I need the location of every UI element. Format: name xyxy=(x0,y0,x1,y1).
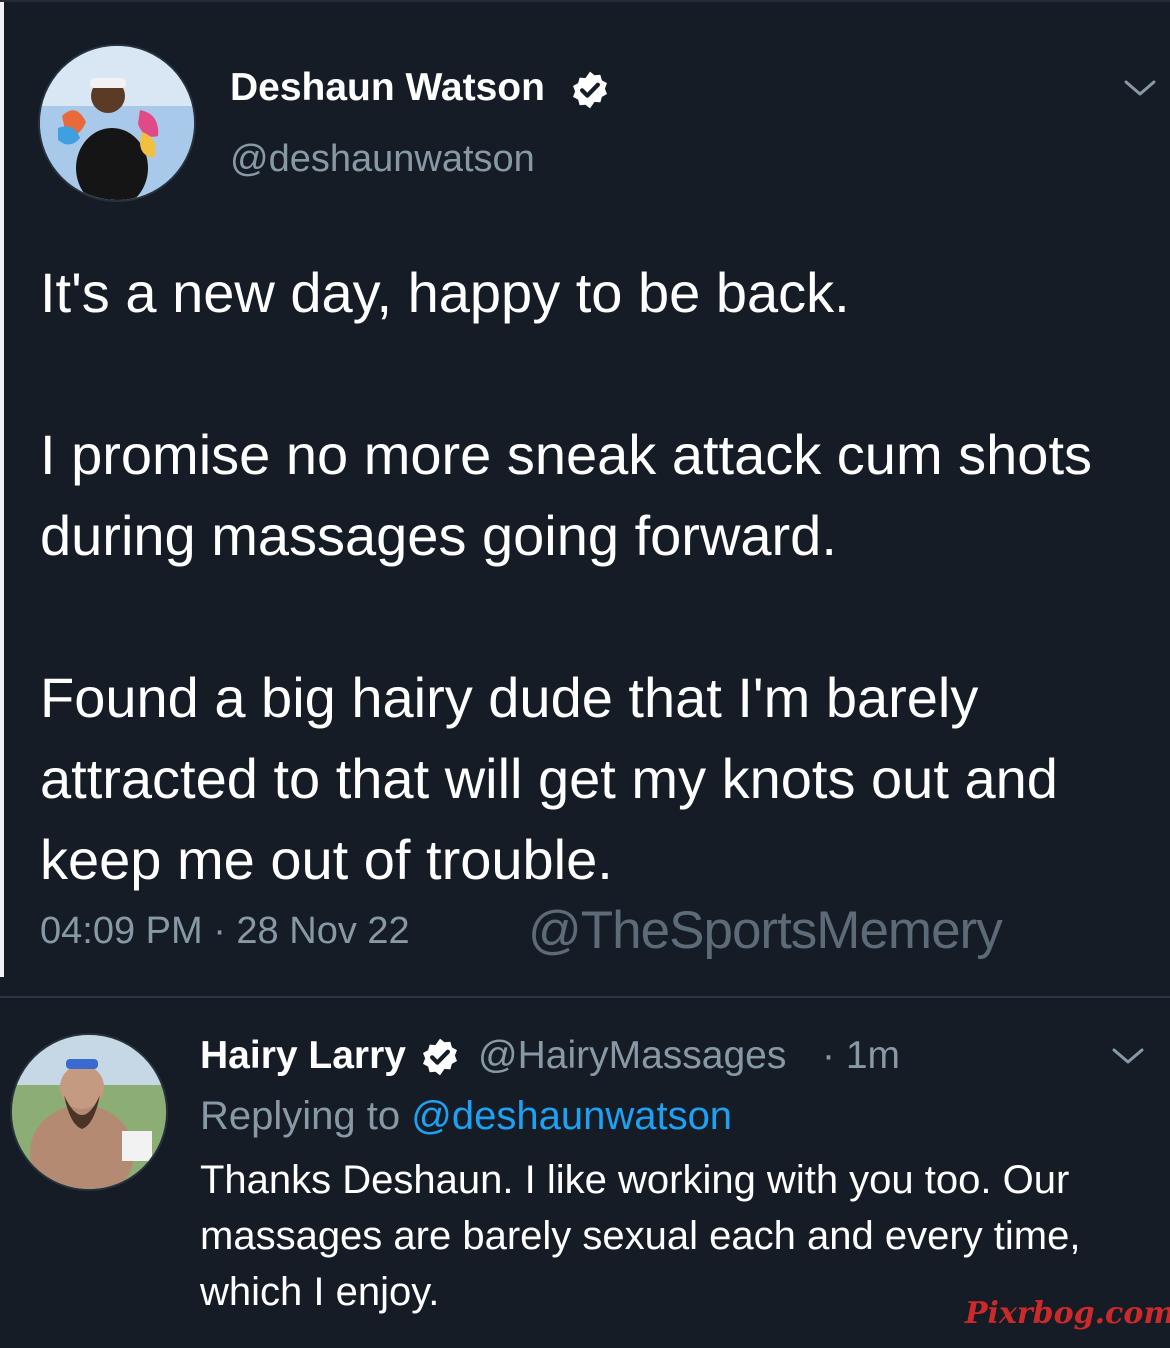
reply-age: · 1m xyxy=(822,1034,900,1077)
tweet-body: It's a new day, happy to be back. I prom… xyxy=(40,252,1150,900)
site-watermark: Pixrbog.com xyxy=(965,1296,1170,1331)
reply-author-handle[interactable]: @HairyMassages xyxy=(478,1034,786,1078)
avatar-image xyxy=(40,46,194,200)
verified-icon xyxy=(573,71,607,109)
watermark: @TheSportsMemery xyxy=(528,901,1003,960)
replying-to: Replying to @deshaunwatson xyxy=(200,1094,732,1139)
chevron-down-icon[interactable] xyxy=(1110,1044,1146,1068)
reply-body: Thanks Deshaun. I like working with you … xyxy=(200,1158,1081,1314)
tweet-paragraph: It's a new day, happy to be back. xyxy=(40,261,850,324)
reply-author-name[interactable]: Hairy Larry xyxy=(200,1034,406,1078)
tweet-paragraph: Found a big hairy dude that I'm barely a… xyxy=(40,666,1058,891)
author-name[interactable]: Deshaun Watson xyxy=(230,66,545,110)
thread-indicator xyxy=(0,2,4,977)
main-tweet: Deshaun Watson @deshaunwatson It's a new… xyxy=(0,0,1170,1002)
verified-icon xyxy=(423,1038,457,1076)
replying-to-mention[interactable]: @deshaunwatson xyxy=(411,1094,732,1138)
tweet-paragraph: I promise no more sneak attack cum shots… xyxy=(40,423,1092,567)
author-handle[interactable]: @deshaunwatson xyxy=(230,138,535,181)
divider xyxy=(0,996,1170,998)
tweet-timestamp[interactable]: 04:09 PM · 28 Nov 22 xyxy=(40,910,410,953)
avatar[interactable] xyxy=(38,44,196,202)
reply-avatar-image xyxy=(12,1035,166,1189)
reply-avatar[interactable] xyxy=(10,1033,168,1191)
replying-to-prefix: Replying to xyxy=(200,1094,412,1138)
chevron-down-icon[interactable] xyxy=(1122,76,1158,100)
